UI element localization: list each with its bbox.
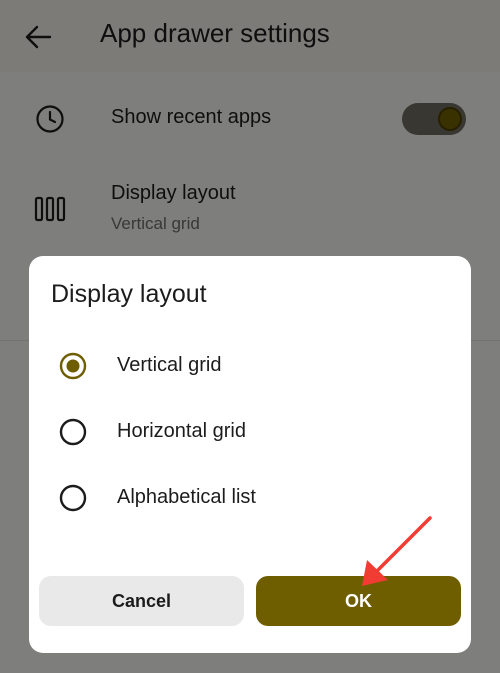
radio-selected-icon[interactable]: [59, 352, 87, 380]
option-label: Vertical grid: [117, 354, 222, 376]
radio-unselected-icon[interactable]: [59, 418, 87, 446]
option-alphabetical-list[interactable]: Alphabetical list: [29, 470, 471, 526]
dialog-title: Display layout: [51, 280, 207, 308]
ok-button[interactable]: OK: [256, 576, 461, 626]
option-label: Alphabetical list: [117, 486, 256, 508]
option-horizontal-grid[interactable]: Horizontal grid: [29, 404, 471, 460]
radio-unselected-icon[interactable]: [59, 484, 87, 512]
option-label: Horizontal grid: [117, 420, 246, 442]
cancel-button[interactable]: Cancel: [39, 576, 244, 626]
display-layout-dialog: Display layout Vertical grid Horizontal …: [29, 256, 471, 653]
option-vertical-grid[interactable]: Vertical grid: [29, 338, 471, 394]
